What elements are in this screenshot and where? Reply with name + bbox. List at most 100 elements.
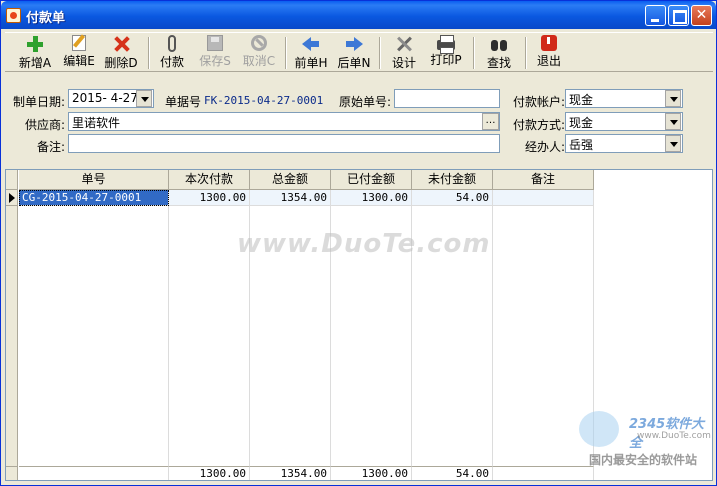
new-button[interactable]: 新增A — [17, 35, 53, 71]
pay-button[interactable]: 付款 — [157, 35, 187, 71]
original-number-label: 原始单号: — [339, 95, 392, 109]
handler-label: 经办人: — [525, 140, 566, 154]
payment-method-label: 付款方式: — [513, 118, 566, 132]
exit-icon — [541, 35, 557, 51]
grid-column-line — [168, 190, 169, 466]
previous-button[interactable]: 前单H — [293, 35, 329, 71]
remark-label: 备注: — [37, 140, 66, 154]
watermark-badge: 2345软件大全 www.DuoTe.com 国内最安全的软件站 — [579, 411, 715, 471]
next-button-label: 后单N — [337, 56, 371, 70]
cancel-button-label: 取消C — [242, 54, 276, 68]
edit-button-label: 编辑E — [63, 54, 95, 68]
app-icon — [6, 8, 21, 23]
docno-label: 单据号 — [165, 95, 202, 109]
table-cell[interactable]: 1300.00 — [331, 190, 412, 206]
total-cell: 1300.00 — [331, 466, 412, 480]
toolbar: 新增A 编辑E 删除D 付款 保存S 取消C 前单H 后单N 设计 打印P 查找… — [5, 32, 713, 72]
table-cell[interactable]: 54.00 — [412, 190, 493, 206]
save-icon — [207, 35, 223, 51]
date-value: 2015- 4-27 — [72, 91, 138, 105]
column-header[interactable]: 备注 — [493, 170, 594, 190]
tools-icon — [395, 35, 413, 53]
toolbar-separator — [148, 37, 150, 69]
original-number-input[interactable] — [394, 89, 500, 108]
payment-method-dropdown-button[interactable] — [665, 113, 681, 130]
close-button[interactable]: ✕ — [691, 5, 712, 26]
table-cell[interactable]: CG-2015-04-27-0001 — [19, 190, 169, 206]
previous-button-label: 前单H — [294, 56, 328, 70]
title-bar[interactable]: 付款单 ✕ — [1, 1, 716, 29]
watermark-url: www.DuoTe.com — [637, 431, 711, 441]
total-cell: 1300.00 — [169, 466, 250, 480]
total-cell: 1354.00 — [250, 466, 331, 480]
table-cell[interactable]: 1354.00 — [250, 190, 331, 206]
close-icon: ✕ — [695, 7, 708, 23]
save-button[interactable]: 保存S — [197, 35, 233, 71]
current-row-indicator[interactable] — [6, 190, 18, 206]
window-title: 付款单 — [26, 11, 66, 26]
arrow-left-icon — [302, 35, 320, 53]
delete-button[interactable]: 删除D — [103, 35, 139, 71]
edit-icon — [72, 35, 86, 51]
row-indicator-header — [6, 170, 18, 190]
table-cell[interactable] — [493, 190, 594, 206]
date-dropdown-button[interactable] — [136, 90, 152, 107]
printer-icon — [437, 35, 455, 54]
supplier-browse-button[interactable]: … — [482, 113, 499, 130]
watermark-slogan: 国内最安全的软件站 — [589, 453, 698, 467]
minimize-button[interactable] — [645, 5, 666, 26]
edit-button[interactable]: 编辑E — [61, 35, 97, 71]
column-header[interactable]: 未付金额 — [412, 170, 493, 190]
column-header[interactable]: 已付金额 — [331, 170, 412, 190]
total-cell: 54.00 — [412, 466, 493, 480]
arrow-right-icon — [345, 35, 363, 53]
row-indicator-strip — [6, 206, 18, 466]
toolbar-separator — [473, 37, 475, 69]
delete-icon — [112, 35, 130, 53]
cancel-button[interactable]: 取消C — [241, 35, 277, 71]
toolbar-separator — [525, 37, 527, 69]
binoculars-icon — [490, 35, 508, 53]
next-button[interactable]: 后单N — [336, 35, 372, 71]
toolbar-separator — [285, 37, 287, 69]
print-button[interactable]: 打印P — [428, 35, 464, 71]
supplier-input[interactable]: 里诺软件 — [68, 112, 500, 131]
payment-voucher-window: 付款单 ✕ 新增A 编辑E 删除D 付款 保存S 取消C 前单H 后单N 设计 … — [0, 0, 717, 486]
account-value: 现金 — [569, 93, 594, 107]
table-cell[interactable]: 1300.00 — [169, 190, 250, 206]
column-header[interactable]: 单号 — [19, 170, 169, 190]
grid-column-line — [492, 190, 493, 466]
handler-dropdown-button[interactable] — [665, 135, 681, 152]
account-dropdown-button[interactable] — [665, 90, 681, 107]
remark-input[interactable] — [68, 134, 500, 153]
cloud-logo-icon — [579, 411, 619, 447]
total-cell — [19, 466, 169, 480]
footer-indicator — [6, 466, 18, 480]
supplier-label: 供应商: — [25, 118, 66, 132]
maximize-button[interactable] — [668, 5, 689, 26]
search-button[interactable]: 查找 — [483, 35, 515, 71]
paperclip-icon — [168, 35, 176, 52]
plus-icon — [26, 35, 44, 53]
exit-button-label: 退出 — [536, 54, 561, 68]
docno-value: FK-2015-04-27-0001 — [204, 94, 324, 107]
voucher-form: 制单日期: 2015- 4-27 单据号 FK-2015-04-27-0001 … — [5, 75, 713, 167]
pay-button-label: 付款 — [159, 55, 184, 69]
design-button-label: 设计 — [391, 56, 416, 70]
date-label: 制单日期: — [13, 95, 66, 109]
cancel-icon — [251, 35, 267, 51]
supplier-value: 里诺软件 — [72, 116, 121, 130]
payment-method-value: 现金 — [569, 116, 594, 130]
watermark-text: www.DuoTe.com — [237, 229, 491, 259]
column-header[interactable]: 本次付款 — [169, 170, 250, 190]
toolbar-separator — [379, 37, 381, 69]
account-label: 付款帐户: — [513, 95, 566, 109]
search-button-label: 查找 — [486, 56, 511, 70]
delete-button-label: 删除D — [104, 56, 138, 70]
handler-value: 岳强 — [569, 138, 594, 152]
new-button-label: 新增A — [18, 56, 52, 70]
exit-button[interactable]: 退出 — [533, 35, 565, 71]
save-button-label: 保存S — [199, 54, 231, 68]
design-button[interactable]: 设计 — [388, 35, 420, 71]
column-header[interactable]: 总金额 — [250, 170, 331, 190]
